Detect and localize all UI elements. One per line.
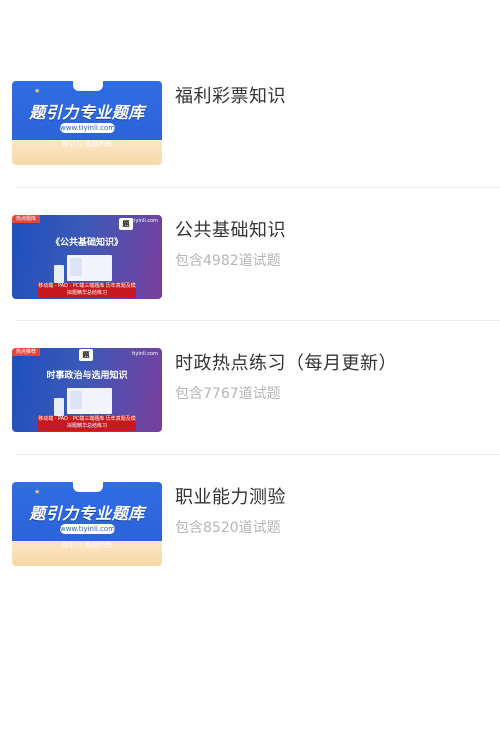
item-thumbnail: ★ 题引力专业题库 www.tiyinli.com 题引力 悉数所有: [12, 81, 162, 165]
item-thumbnail: 热点题库 题 tiyinli.com 《公共基础知识》 移动端 · PAD · …: [12, 214, 162, 299]
thumbnail-url: www.tiyinli.com: [60, 123, 116, 133]
item-thumbnail: ★ 题引力专业题库 www.tiyinli.com 题引力 悉数所有: [12, 481, 162, 566]
item-title: 时政热点练习（每月更新）: [175, 353, 397, 374]
item-title: 公共基础知识: [175, 219, 286, 241]
logo-badge: [73, 481, 103, 492]
brand-logo-icon: 题: [119, 217, 133, 230]
list-item[interactable]: 热点推荐 题 tiyinli.com 时事政治与选用知识 移动端 · PAD ·…: [0, 321, 500, 455]
phone-illustration: [54, 264, 64, 283]
item-title: 福利彩票知识: [175, 86, 286, 107]
thumbnail-banner: 移动端 · PAD · PC端三端题库 历年真题及模拟题精华总结练习: [38, 282, 136, 298]
list-item[interactable]: ★ 题引力专业题库 www.tiyinli.com 题引力 悉数所有 职业能力测…: [0, 455, 500, 589]
thumbnail-heading: 《公共基础知识》: [50, 237, 123, 248]
question-bank-list: ★ 题引力专业题库 www.tiyinli.com 题引力 悉数所有 福利彩票知…: [0, 54, 500, 588]
item-question-count: 包含7767道试题: [175, 386, 281, 402]
item-question-count: 包含8520道试题: [175, 519, 281, 536]
thumbnail-tag: 热点推荐: [12, 348, 41, 356]
thumbnail-site: tiyinli.com: [132, 217, 158, 224]
list-item[interactable]: ★ 题引力专业题库 www.tiyinli.com 题引力 悉数所有 福利彩票知…: [0, 54, 500, 188]
list-item[interactable]: 热点题库 题 tiyinli.com 《公共基础知识》 移动端 · PAD · …: [0, 188, 500, 321]
item-question-count: 包含4982道试题: [175, 252, 281, 269]
desktop-screen-illustration: [67, 388, 112, 414]
phone-illustration: [54, 398, 64, 416]
brand-logo-icon: 题: [79, 349, 93, 361]
thumbnail-banner: 移动端 · PAD · PC端三端题库 历年真题及模拟题精华总结练习: [38, 416, 136, 431]
thumbnail-headline: 题引力专业题库: [29, 103, 145, 122]
item-title: 职业能力测验: [175, 486, 286, 508]
thumbnail-heading: 时事政治与选用知识: [46, 371, 128, 381]
logo-badge: [73, 81, 103, 91]
thumbnail-subtitle: 题引力 悉数所有: [61, 140, 113, 148]
star-icon: ★: [34, 87, 41, 95]
thumbnail-subtitle: 题引力 悉数所有: [61, 540, 113, 549]
item-thumbnail: 热点推荐 题 tiyinli.com 时事政治与选用知识 移动端 · PAD ·…: [12, 348, 162, 432]
star-icon: ★: [34, 487, 41, 496]
thumbnail-tag: 热点题库: [12, 214, 41, 223]
desktop-screen-illustration: [67, 254, 112, 281]
thumbnail-site: tiyinli.com: [132, 351, 158, 357]
thumbnail-url: www.tiyinli.com: [60, 523, 116, 534]
thumbnail-headline: 题引力专业题库: [29, 503, 145, 523]
